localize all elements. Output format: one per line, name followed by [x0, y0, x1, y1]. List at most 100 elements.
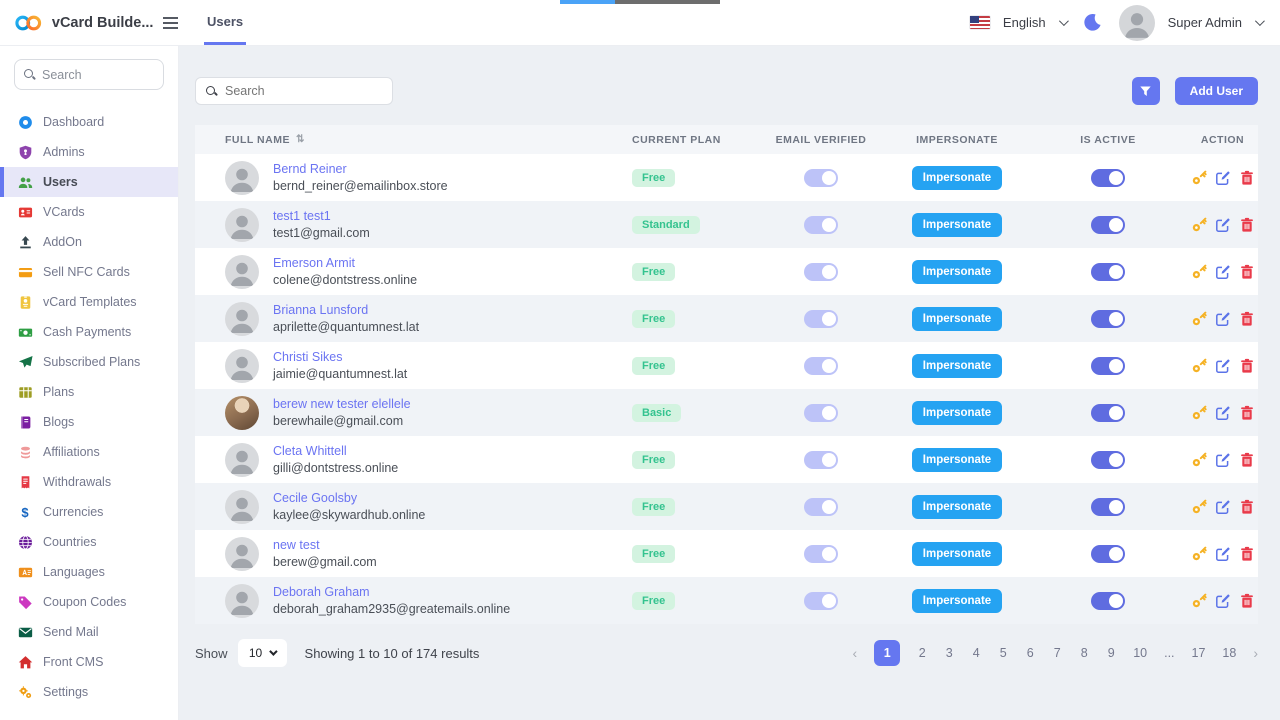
add-user-button[interactable]: Add User: [1175, 77, 1258, 105]
sidebar-item-subscribed-plans[interactable]: Subscribed Plans: [0, 347, 178, 377]
impersonate-button[interactable]: Impersonate: [912, 542, 1002, 566]
impersonate-button[interactable]: Impersonate: [912, 448, 1002, 472]
page-4[interactable]: 4: [971, 646, 981, 660]
sidebar-item-sell-nfc-cards[interactable]: Sell NFC Cards: [0, 257, 178, 287]
page-2[interactable]: 2: [917, 646, 927, 660]
delete-user-icon[interactable]: [1239, 452, 1255, 468]
edit-user-icon[interactable]: [1215, 170, 1231, 186]
user-name-link[interactable]: Deborah Graham: [273, 584, 510, 601]
sidebar-item-plans[interactable]: Plans: [0, 377, 178, 407]
edit-user-icon[interactable]: [1215, 593, 1231, 609]
email-verified-toggle[interactable]: [804, 169, 838, 187]
user-name-link[interactable]: berew new tester elellele: [273, 396, 411, 413]
sidebar-item-languages[interactable]: Languages: [0, 557, 178, 587]
sidebar-item-withdrawals[interactable]: Withdrawals: [0, 467, 178, 497]
page-10[interactable]: 10: [1133, 646, 1147, 660]
reset-password-key-icon[interactable]: [1191, 405, 1207, 421]
reset-password-key-icon[interactable]: [1191, 217, 1207, 233]
delete-user-icon[interactable]: [1239, 264, 1255, 280]
sidebar-search-input[interactable]: [42, 68, 154, 82]
delete-user-icon[interactable]: [1239, 217, 1255, 233]
page-size-select[interactable]: 10: [238, 639, 287, 667]
filter-button[interactable]: [1132, 77, 1160, 105]
delete-user-icon[interactable]: [1239, 405, 1255, 421]
impersonate-button[interactable]: Impersonate: [912, 307, 1002, 331]
sidebar-search[interactable]: [14, 59, 164, 90]
impersonate-button[interactable]: Impersonate: [912, 166, 1002, 190]
sidebar-item-addon[interactable]: AddOn: [0, 227, 178, 257]
edit-user-icon[interactable]: [1215, 264, 1231, 280]
reset-password-key-icon[interactable]: [1191, 170, 1207, 186]
sidebar-item-cash-payments[interactable]: Cash Payments: [0, 317, 178, 347]
reset-password-key-icon[interactable]: [1191, 499, 1207, 515]
is-active-toggle[interactable]: [1091, 357, 1125, 375]
edit-user-icon[interactable]: [1215, 546, 1231, 562]
sidebar-item-users[interactable]: Users: [0, 167, 178, 197]
user-menu-chevron-down-icon[interactable]: [1255, 16, 1265, 26]
sidebar-item-dashboard[interactable]: Dashboard: [0, 107, 178, 137]
edit-user-icon[interactable]: [1215, 311, 1231, 327]
page-8[interactable]: 8: [1079, 646, 1089, 660]
is-active-toggle[interactable]: [1091, 498, 1125, 516]
language-selector-label[interactable]: English: [1003, 15, 1046, 30]
edit-user-icon[interactable]: [1215, 217, 1231, 233]
email-verified-toggle[interactable]: [804, 310, 838, 328]
pagination-prev[interactable]: ‹: [853, 645, 858, 661]
page-9[interactable]: 9: [1106, 646, 1116, 660]
user-name-link[interactable]: Cecile Goolsby: [273, 490, 425, 507]
reset-password-key-icon[interactable]: [1191, 311, 1207, 327]
reset-password-key-icon[interactable]: [1191, 452, 1207, 468]
reset-password-key-icon[interactable]: [1191, 264, 1207, 280]
sidebar-item-blogs[interactable]: Blogs: [0, 407, 178, 437]
is-active-toggle[interactable]: [1091, 545, 1125, 563]
sidebar-item-settings[interactable]: Settings: [0, 677, 178, 707]
user-name-link[interactable]: test1 test1: [273, 208, 370, 225]
is-active-toggle[interactable]: [1091, 310, 1125, 328]
email-verified-toggle[interactable]: [804, 404, 838, 422]
user-menu-label[interactable]: Super Admin: [1168, 15, 1242, 30]
pagination-next[interactable]: ›: [1253, 645, 1258, 661]
sidebar-item-coupon-codes[interactable]: Coupon Codes: [0, 587, 178, 617]
reset-password-key-icon[interactable]: [1191, 546, 1207, 562]
is-active-toggle[interactable]: [1091, 216, 1125, 234]
sidebar-item-countries[interactable]: Countries: [0, 527, 178, 557]
reset-password-key-icon[interactable]: [1191, 358, 1207, 374]
email-verified-toggle[interactable]: [804, 263, 838, 281]
delete-user-icon[interactable]: [1239, 170, 1255, 186]
email-verified-toggle[interactable]: [804, 451, 838, 469]
page-5[interactable]: 5: [998, 646, 1008, 660]
delete-user-icon[interactable]: [1239, 499, 1255, 515]
pagination-ellipsis[interactable]: ...: [1164, 646, 1174, 660]
menu-toggle-icon[interactable]: [163, 17, 178, 29]
user-name-link[interactable]: Cleta Whittell: [273, 443, 398, 460]
is-active-toggle[interactable]: [1091, 169, 1125, 187]
user-avatar[interactable]: [1119, 5, 1155, 41]
impersonate-button[interactable]: Impersonate: [912, 354, 1002, 378]
column-full-name[interactable]: FULL NAME ⇅: [195, 134, 632, 146]
page-18[interactable]: 18: [1222, 646, 1236, 660]
impersonate-button[interactable]: Impersonate: [912, 495, 1002, 519]
sidebar-item-front-cms[interactable]: Front CMS: [0, 647, 178, 677]
is-active-toggle[interactable]: [1091, 592, 1125, 610]
email-verified-toggle[interactable]: [804, 545, 838, 563]
user-name-link[interactable]: new test: [273, 537, 377, 554]
edit-user-icon[interactable]: [1215, 358, 1231, 374]
impersonate-button[interactable]: Impersonate: [912, 213, 1002, 237]
sidebar-item-vcards[interactable]: VCards: [0, 197, 178, 227]
is-active-toggle[interactable]: [1091, 263, 1125, 281]
user-name-link[interactable]: Christi Sikes: [273, 349, 407, 366]
delete-user-icon[interactable]: [1239, 358, 1255, 374]
sidebar-item-admins[interactable]: Admins: [0, 137, 178, 167]
dark-mode-toggle-icon[interactable]: [1083, 13, 1102, 32]
delete-user-icon[interactable]: [1239, 546, 1255, 562]
tab-users[interactable]: Users: [204, 0, 246, 45]
impersonate-button[interactable]: Impersonate: [912, 589, 1002, 613]
sort-icon[interactable]: ⇅: [296, 134, 305, 145]
user-name-link[interactable]: Brianna Lunsford: [273, 302, 419, 319]
email-verified-toggle[interactable]: [804, 592, 838, 610]
sidebar-item-affiliations[interactable]: Affiliations: [0, 437, 178, 467]
page-3[interactable]: 3: [944, 646, 954, 660]
page-6[interactable]: 6: [1025, 646, 1035, 660]
user-name-link[interactable]: Emerson Armit: [273, 255, 417, 272]
reset-password-key-icon[interactable]: [1191, 593, 1207, 609]
